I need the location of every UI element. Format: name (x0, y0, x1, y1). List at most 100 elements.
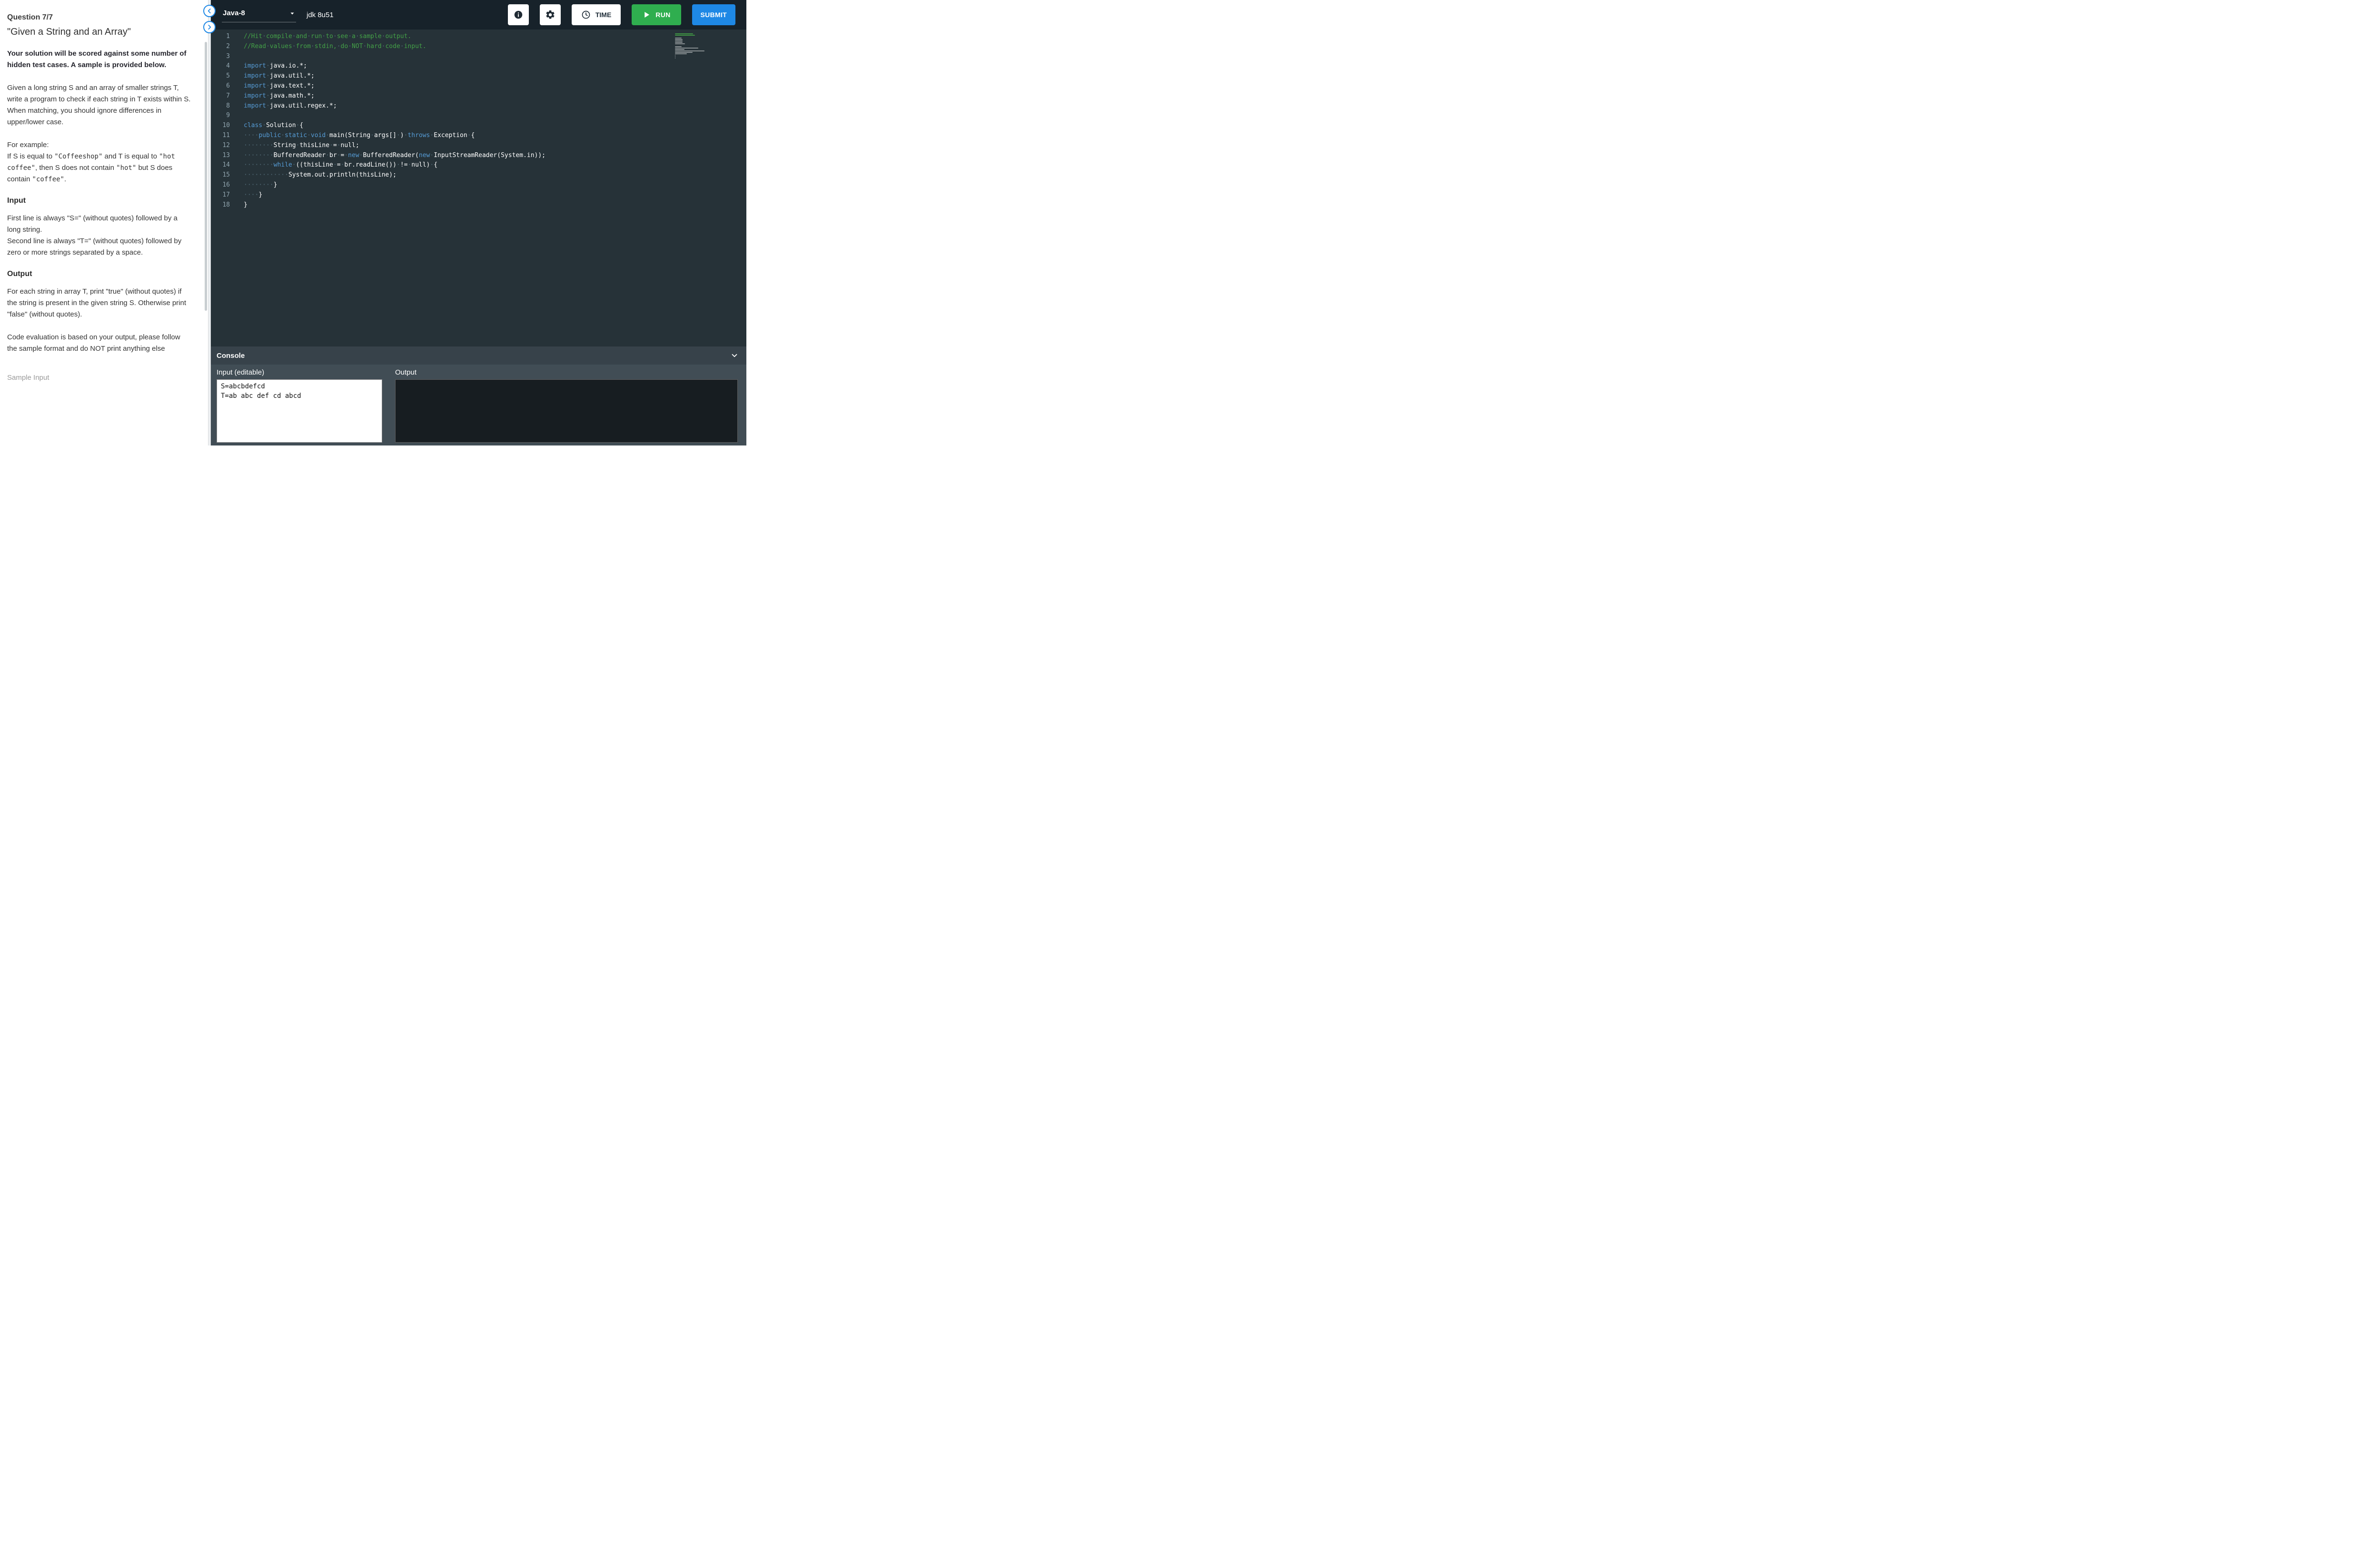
code-line: 4import·java.io.*; (211, 61, 746, 71)
time-button[interactable]: TIME (572, 4, 621, 25)
line-number: 10 (211, 121, 230, 131)
stdout-section: Output (395, 368, 738, 443)
text-run: . (64, 175, 66, 183)
run-button[interactable]: RUN (632, 4, 681, 25)
code-line: 11 ····public·static·void·main(String·arg… (211, 131, 746, 141)
example-paragraph: If S is equal to "Coffeeshop" and T is e… (7, 151, 192, 185)
expand-panel-button[interactable] (203, 21, 216, 33)
jdk-label: jdk 8u51 (307, 11, 334, 19)
output-label: Output (395, 368, 738, 376)
code-line-content: class·Solution·{ (244, 122, 303, 129)
output-description: For each string in array T, print "true"… (7, 286, 192, 320)
question-counter: Question 7/7 (7, 13, 192, 22)
editor-workspace: Java-8 jdk 8u51 TIME RUN SU (211, 0, 746, 445)
code-line-content: //Hit·compile·and·run·to·see·a·sample·ou… (244, 33, 411, 40)
minimap-line (675, 52, 693, 53)
inline-code: "hot" (116, 164, 136, 172)
info-icon (513, 10, 524, 20)
code-line-content: ········} (244, 181, 277, 188)
code-line: 14 ········while·((thisLine·=·br.readLine… (211, 160, 746, 170)
console-header: Console (211, 346, 746, 365)
line-number: 15 (211, 170, 230, 180)
line-number: 14 (211, 160, 230, 170)
minimap-line (675, 33, 693, 34)
line-number: 6 (211, 81, 230, 91)
code-line-content: ········BufferedReader·br·=·new·Buffered… (244, 152, 545, 159)
code-line: 17 ····} (211, 190, 746, 200)
code-line: 15 ············System.out.println(thisLin… (211, 170, 746, 180)
line-number: 12 (211, 141, 230, 151)
line-number: 11 (211, 131, 230, 141)
toolbar-actions: TIME RUN SUBMIT (508, 4, 735, 25)
question-title: "Given a String and an Array" (7, 27, 192, 38)
code-line-content: ············System.out.println(thisLine)… (244, 171, 397, 178)
clock-icon (581, 10, 591, 20)
minimap-line (675, 49, 684, 50)
code-line: 7 import·java.math.*; (211, 91, 746, 101)
console-panel: Console Input (editable) S=abcbdefcd T=a… (211, 346, 746, 445)
code-line: 6 import·java.text.*; (211, 81, 746, 91)
chevron-down-icon (289, 10, 295, 16)
code-editor[interactable]: 1 //Hit·compile·and·run·to·see·a·sample·o… (211, 30, 746, 346)
code-line: 5import·java.util.*; (211, 71, 746, 81)
code-line: 13 ········BufferedReader·br·=·new·Buffer… (211, 151, 746, 161)
scoring-note: Your solution will be scored against som… (7, 48, 192, 71)
gear-icon (545, 10, 555, 20)
code-line-content: import·java.text.*; (244, 82, 315, 89)
minimap-line (675, 40, 683, 41)
line-number: 4 (211, 61, 230, 71)
code-line: 16 ········} (211, 180, 746, 190)
settings-button[interactable] (540, 4, 561, 25)
code-line-content: import·java.math.*; (244, 92, 315, 99)
text-run: and T is equal to (102, 152, 159, 160)
input-heading: Input (7, 197, 192, 205)
line-number: 13 (211, 151, 230, 161)
minimap-line (675, 35, 695, 36)
console-title: Console (217, 352, 245, 360)
code-line: 2//Read·values·from·stdin,·do·NOT·hard·c… (211, 42, 746, 52)
console-collapse-button[interactable] (730, 351, 739, 360)
code-line: 8import·java.util.regex.*; (211, 101, 746, 111)
line-number: 9 (211, 111, 230, 121)
code-line: 9 (211, 111, 746, 121)
minimap-line (675, 42, 683, 43)
inline-code: "Coffeeshop" (54, 153, 102, 160)
console-body: Input (editable) S=abcbdefcd T=ab abc de… (211, 365, 746, 443)
example-lead: For example: (7, 139, 192, 151)
code-line-content: ········while·((thisLine·=·br.readLine()… (244, 161, 437, 168)
minimap-line (675, 50, 704, 51)
code-line: 10 class·Solution·{ (211, 121, 746, 131)
stdin-textarea[interactable]: S=abcbdefcd T=ab abc def cd abcd (217, 379, 382, 443)
minimap-line (675, 43, 685, 44)
minimap-line (675, 46, 682, 47)
submit-button[interactable]: SUBMIT (692, 4, 735, 25)
line-number: 7 (211, 91, 230, 101)
minimap-line (675, 39, 683, 40)
collapse-panel-button[interactable] (203, 5, 216, 17)
line-number: 5 (211, 71, 230, 81)
info-button[interactable] (508, 4, 529, 25)
minimap-line (675, 48, 698, 49)
stdin-section: Input (editable) S=abcbdefcd T=ab abc de… (217, 368, 382, 443)
app-root: Question 7/7 "Given a String and an Arra… (0, 0, 746, 445)
code-line: 18} (211, 200, 746, 210)
line-number: 17 (211, 190, 230, 200)
run-button-label: RUN (655, 11, 670, 19)
line-number: 2 (211, 42, 230, 52)
line-number: 16 (211, 180, 230, 190)
language-select[interactable]: Java-8 (222, 7, 296, 22)
left-panel-scrollbar[interactable] (205, 42, 207, 311)
code-line: 3 (211, 52, 746, 62)
line-number: 3 (211, 52, 230, 62)
code-line-content: ····public·static·void·main(String·args[… (244, 132, 475, 139)
play-icon (642, 10, 651, 19)
chevron-right-icon (206, 24, 213, 30)
minimap-line (675, 53, 687, 54)
chevron-left-icon (206, 8, 213, 14)
stdout-textarea[interactable] (395, 379, 738, 443)
line-number: 1 (211, 32, 230, 42)
line-number: 18 (211, 200, 230, 210)
evaluation-note: Code evaluation is based on your output,… (7, 332, 192, 355)
code-line-content: ····} (244, 191, 262, 198)
minimap[interactable] (675, 33, 709, 59)
